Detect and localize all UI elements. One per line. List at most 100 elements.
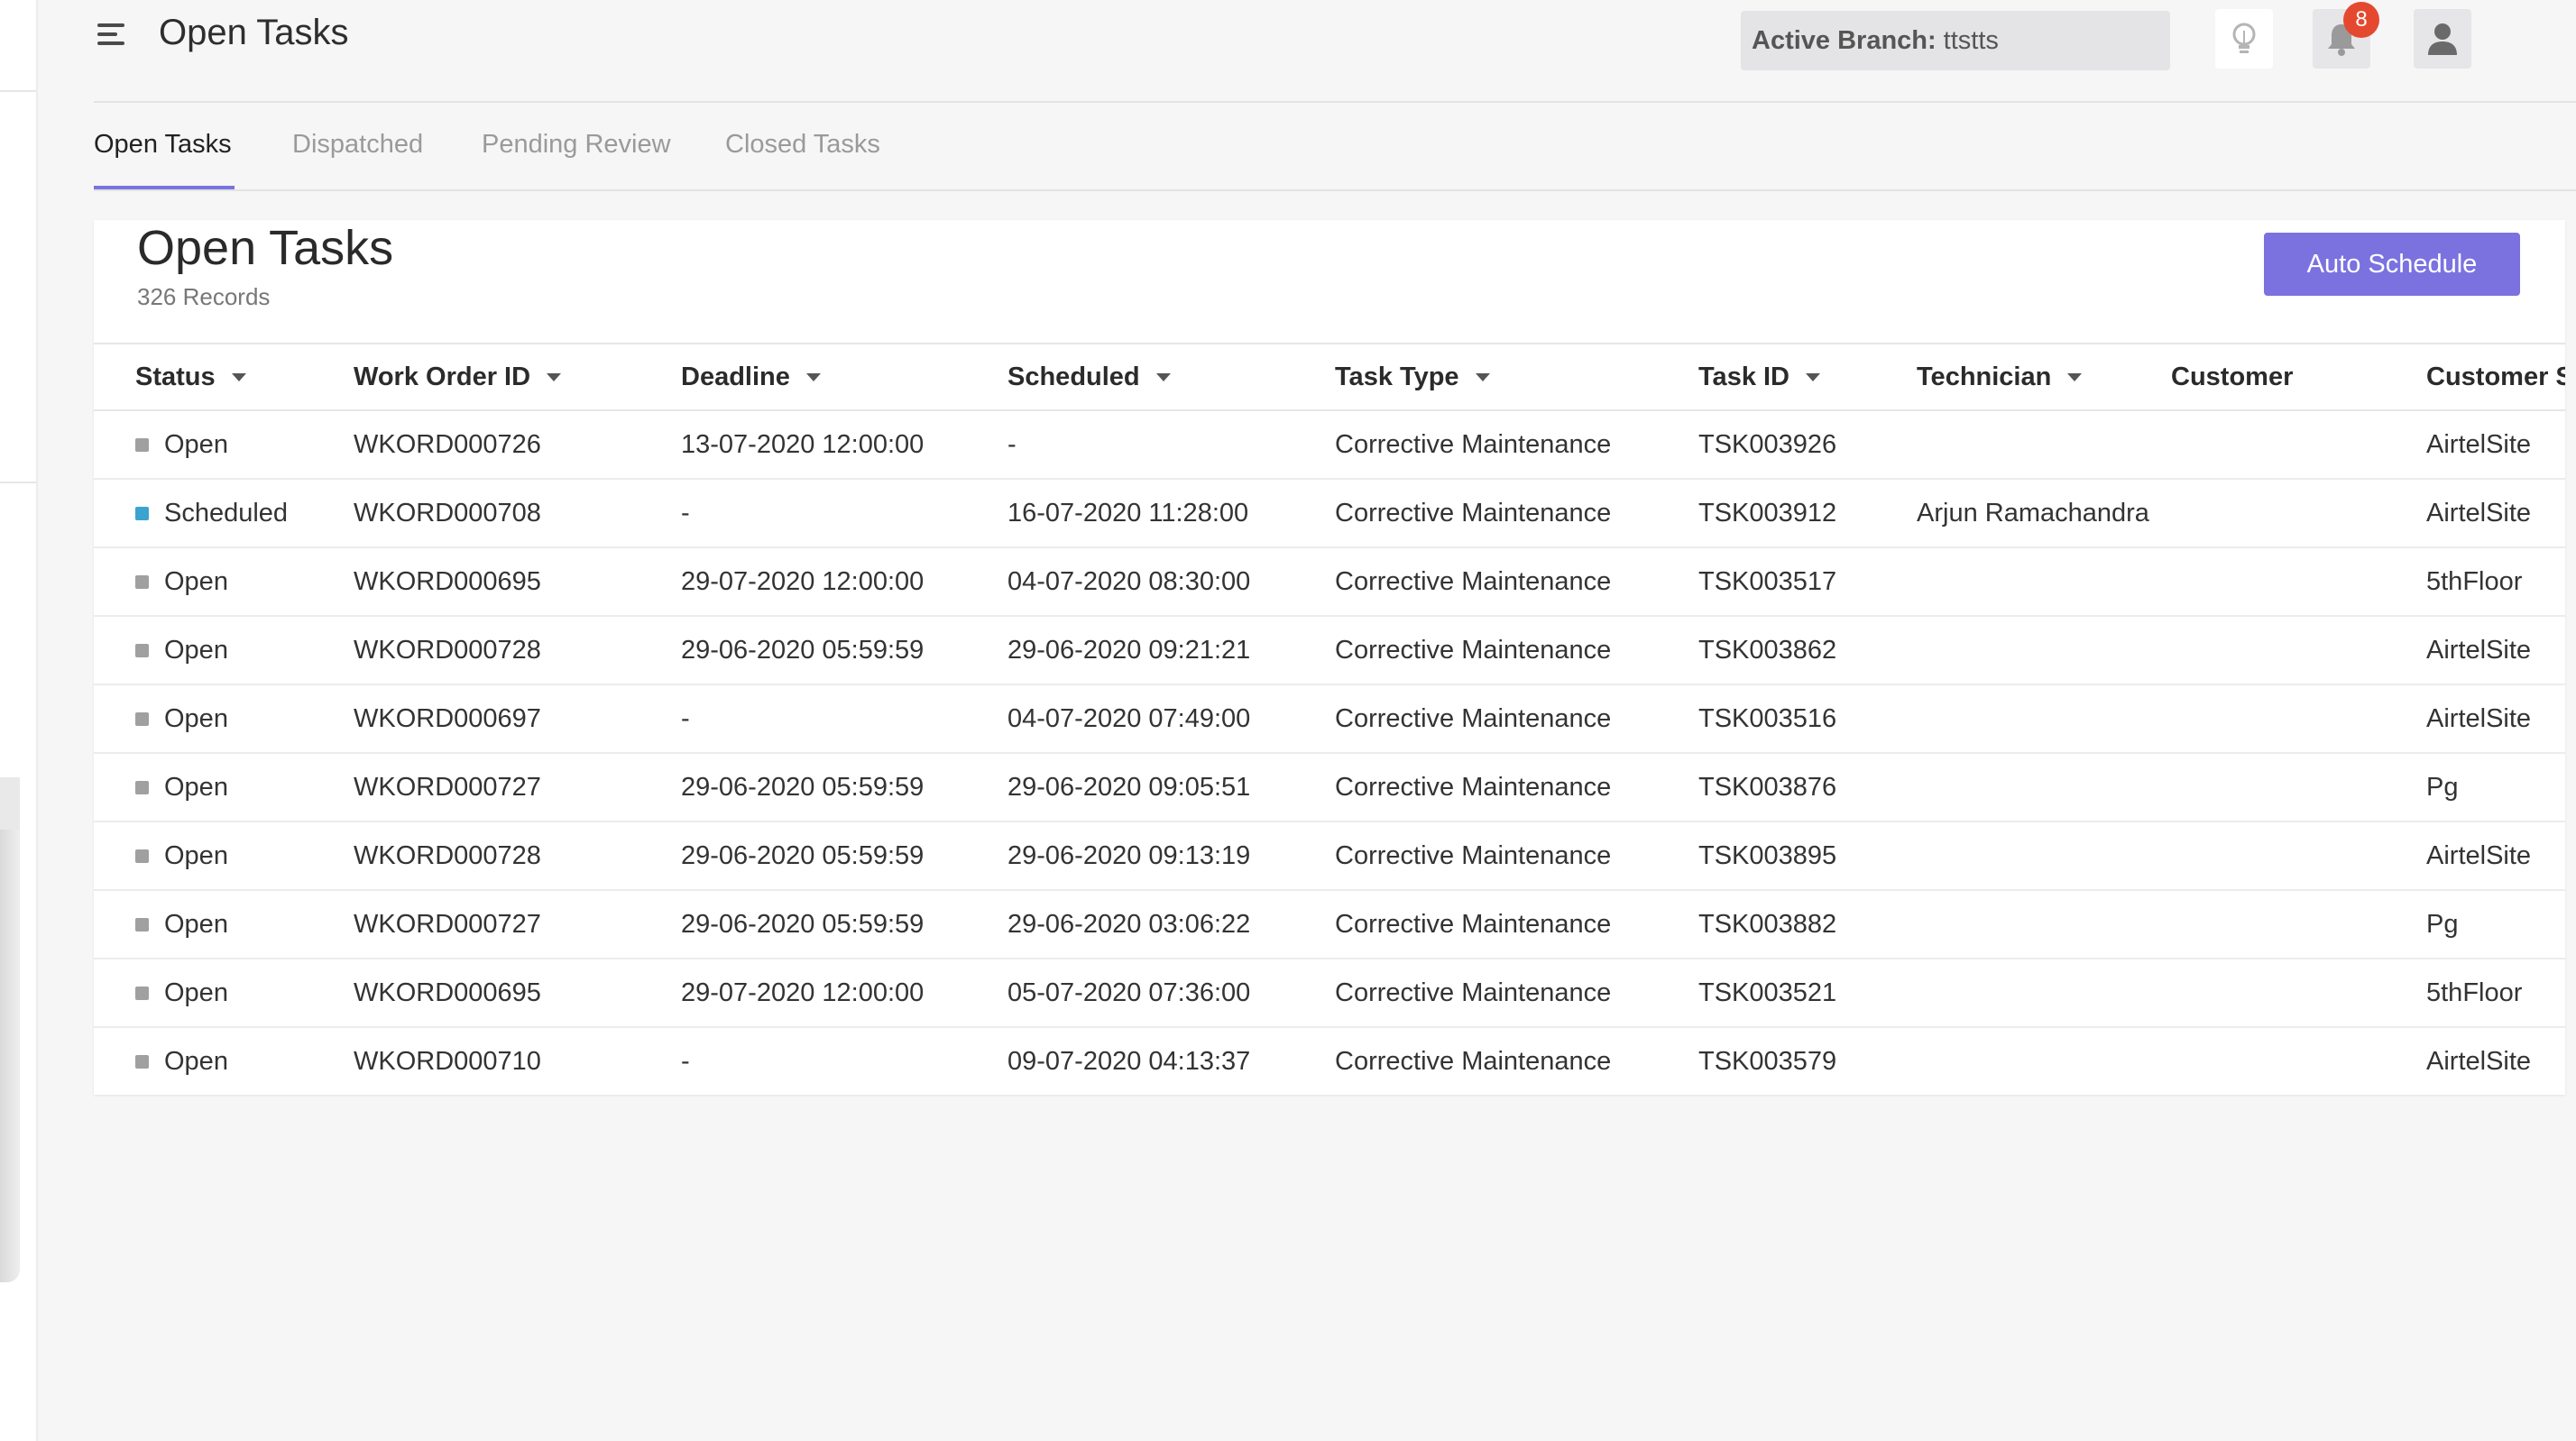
notification-count-badge: 8 — [2343, 2, 2379, 38]
table-row[interactable]: Open WKORD000728 29-06-2020 05:59:59 29-06-… — [94, 822, 2565, 891]
active-branch-selector[interactable]: Active Branch: ttstts — [1741, 11, 2170, 70]
task-id-cell: TSK003862 — [1698, 635, 1837, 665]
table-row[interactable]: Open WKORD000727 29-06-2020 05:59:59 29-06-… — [94, 754, 2565, 822]
table-row[interactable]: Open WKORD000726 13-07-2020 12:00:00 - Corre… — [94, 411, 2565, 480]
column-header-work-order-id[interactable]: Work Order ID — [354, 344, 562, 409]
column-header-task-type[interactable]: Task Type — [1335, 344, 1490, 409]
customer-site-cell: Pg — [2426, 909, 2459, 939]
work-order-id-cell: WKORD000728 — [354, 840, 541, 870]
user-profile-button[interactable] — [2414, 9, 2471, 69]
table-row[interactable]: Open WKORD000697 - 04-07-2020 07:49:00 Corre… — [94, 685, 2565, 754]
deadline-cell: 29-07-2020 12:00:00 — [681, 566, 925, 596]
branch-label: Active Branch: — [1752, 25, 1937, 55]
status-label: Open — [164, 635, 228, 665]
status-indicator-icon — [135, 780, 149, 794]
work-order-id-cell: WKORD000727 — [354, 772, 541, 802]
scheduled-cell: 04-07-2020 07:49:00 — [1007, 703, 1251, 733]
auto-schedule-button[interactable]: Auto Schedule — [2264, 233, 2520, 296]
status-indicator-icon — [135, 917, 149, 932]
sort-caret-icon — [1806, 372, 1821, 381]
work-order-id-cell: WKORD000728 — [354, 635, 541, 665]
sort-caret-icon — [805, 372, 821, 381]
work-order-id-cell: WKORD000727 — [354, 909, 541, 939]
sidebar-panel-edge — [0, 777, 20, 830]
work-order-id-cell: WKORD000695 — [354, 977, 541, 1007]
sort-caret-icon — [2067, 372, 2083, 381]
notifications-button[interactable]: 8 — [2313, 2, 2379, 69]
customer-site-cell: 5thFloor — [2426, 977, 2523, 1007]
collapsed-sidebar — [0, 0, 38, 1441]
table-row[interactable]: Open WKORD000695 29-07-2020 12:00:00 04-07-… — [94, 548, 2565, 617]
table-row[interactable]: Scheduled WKORD000708 - 16-07-2020 11:28:00… — [94, 480, 2565, 548]
task-type-cell: Corrective Maintenance — [1335, 977, 1612, 1007]
status-label: Open — [164, 977, 228, 1007]
task-id-cell: TSK003912 — [1698, 498, 1837, 528]
status-cell: Open — [135, 685, 228, 752]
status-label: Open — [164, 703, 228, 733]
scheduled-cell: 29-06-2020 09:21:21 — [1007, 635, 1251, 665]
sidebar-divider — [0, 90, 36, 92]
column-header-label: Customer S — [2426, 362, 2565, 391]
tab-open-tasks[interactable]: Open Tasks — [94, 130, 232, 160]
column-header-scheduled[interactable]: Scheduled — [1007, 344, 1171, 409]
scheduled-cell: - — [1007, 429, 1017, 459]
column-header-task-id[interactable]: Task ID — [1698, 344, 1821, 409]
tab-dispatched[interactable]: Dispatched — [292, 130, 423, 160]
hamburger-menu-icon[interactable] — [97, 22, 128, 47]
column-header-label: Work Order ID — [354, 362, 531, 391]
table-row[interactable]: Open WKORD000695 29-07-2020 12:00:00 05-07-… — [94, 959, 2565, 1028]
status-cell: Open — [135, 1028, 228, 1095]
table-row[interactable]: Open WKORD000727 29-06-2020 05:59:59 29-06-… — [94, 891, 2565, 959]
status-label: Open — [164, 909, 228, 939]
status-cell: Open — [135, 548, 228, 615]
lightbulb-icon — [2232, 23, 2256, 53]
table-row[interactable]: Open WKORD000710 - 09-07-2020 04:13:37 Corre… — [94, 1028, 2565, 1095]
status-cell: Open — [135, 891, 228, 958]
status-cell: Open — [135, 617, 228, 684]
status-indicator-icon — [135, 437, 149, 452]
column-header-status[interactable]: Status — [135, 344, 246, 409]
tab-closed-tasks[interactable]: Closed Tasks — [725, 130, 880, 160]
status-label: Scheduled — [164, 498, 289, 528]
column-header-customer[interactable]: Customer — [2171, 344, 2293, 409]
scheduled-cell: 05-07-2020 07:36:00 — [1007, 977, 1251, 1007]
column-header-customer-site[interactable]: Customer S — [2426, 344, 2565, 409]
customer-site-cell: AirtelSite — [2426, 635, 2532, 665]
table-row[interactable]: Open WKORD000728 29-06-2020 05:59:59 29-06-… — [94, 617, 2565, 685]
status-indicator-icon — [135, 574, 149, 589]
customer-site-cell: AirtelSite — [2426, 840, 2532, 870]
status-label: Open — [164, 772, 228, 802]
task-table-body: Open WKORD000726 13-07-2020 12:00:00 - Corre… — [94, 411, 2565, 1095]
status-indicator-icon — [135, 506, 149, 520]
customer-site-cell: AirtelSite — [2426, 1046, 2532, 1076]
customer-site-cell: AirtelSite — [2426, 429, 2532, 459]
task-type-cell: Corrective Maintenance — [1335, 566, 1612, 596]
tab-pending-review[interactable]: Pending Review — [482, 130, 671, 160]
status-cell: Scheduled — [135, 480, 288, 546]
task-type-cell: Corrective Maintenance — [1335, 429, 1612, 459]
sidebar-divider — [0, 482, 36, 483]
task-id-cell: TSK003516 — [1698, 703, 1837, 733]
scheduled-cell: 29-06-2020 09:13:19 — [1007, 840, 1251, 870]
tips-button[interactable] — [2215, 9, 2273, 69]
technician-cell: Arjun Ramachandra — [1917, 498, 2149, 528]
customer-site-cell: Pg — [2426, 772, 2459, 802]
column-header-label: Scheduled — [1007, 362, 1140, 391]
task-id-cell: TSK003882 — [1698, 909, 1837, 939]
deadline-cell: - — [681, 1046, 690, 1076]
column-header-technician[interactable]: Technician — [1917, 344, 2083, 409]
customer-site-cell: AirtelSite — [2426, 703, 2532, 733]
task-tabs: Open Tasks Dispatched Pending Review Clo… — [94, 105, 2576, 191]
work-order-id-cell: WKORD000726 — [354, 429, 541, 459]
column-header-deadline[interactable]: Deadline — [681, 344, 821, 409]
scheduled-cell: 04-07-2020 08:30:00 — [1007, 566, 1251, 596]
work-order-id-cell: WKORD000710 — [354, 1046, 541, 1076]
status-cell: Open — [135, 822, 228, 889]
task-type-cell: Corrective Maintenance — [1335, 909, 1612, 939]
deadline-cell: - — [681, 498, 690, 528]
customer-site-cell: 5thFloor — [2426, 566, 2523, 596]
work-order-id-cell: WKORD000697 — [354, 703, 541, 733]
column-header-label: Customer — [2171, 362, 2294, 391]
column-header-label: Technician — [1917, 362, 2052, 391]
task-type-cell: Corrective Maintenance — [1335, 703, 1612, 733]
